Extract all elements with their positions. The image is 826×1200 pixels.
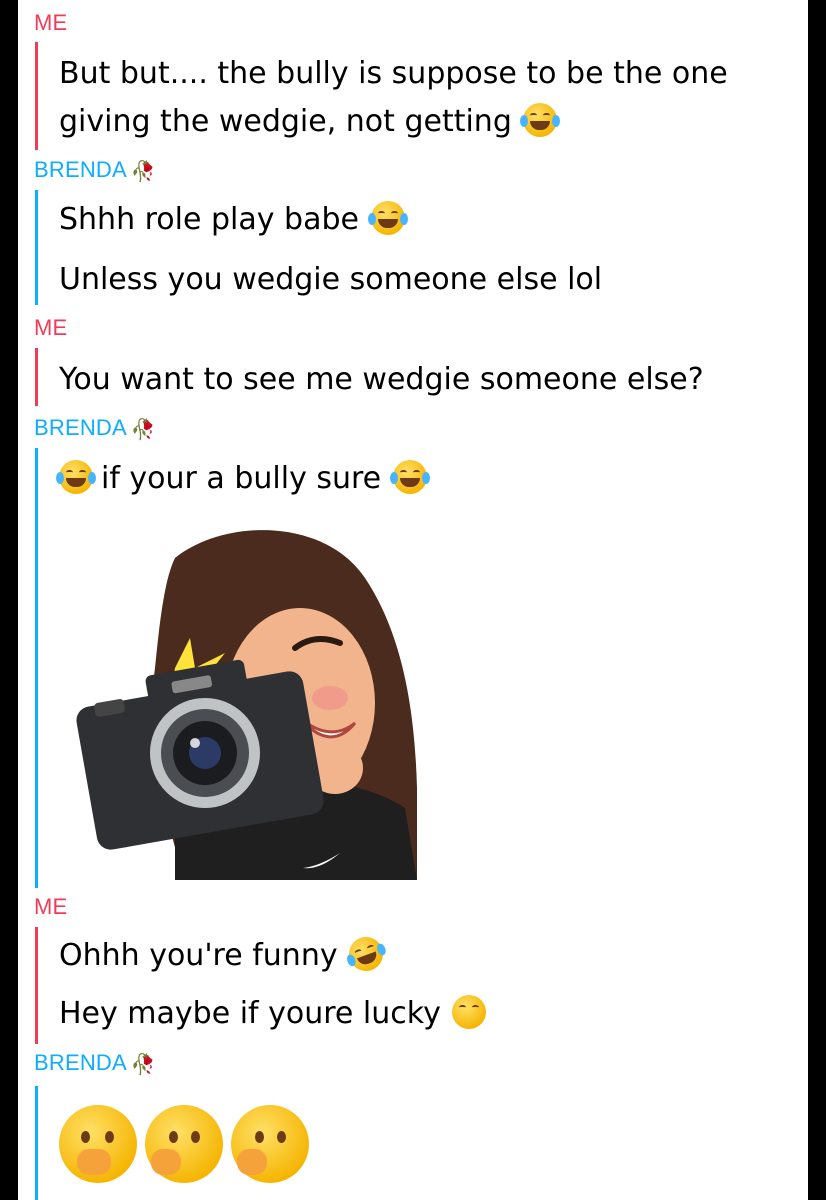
wilted-rose-icon: 🥀 [130, 161, 156, 183]
chat-message[interactable]: Shhh role play babe [59, 196, 794, 244]
chat-message[interactable] [59, 1105, 312, 1187]
sender-name: BRENDA [34, 415, 127, 440]
thinking-face-icon [145, 1105, 224, 1183]
bitmoji-camera-sticker[interactable] [65, 518, 419, 880]
face-with-tears-of-joy-icon [367, 201, 408, 235]
smirking-face-icon [452, 995, 487, 1029]
chat-message[interactable]: But but.... the bully is suppose to be t… [59, 50, 794, 146]
message-text: Ohhh you're funny [59, 938, 338, 973]
loudly-crying-face-icon [520, 103, 561, 137]
message-bar-me [35, 348, 38, 406]
chat-message[interactable]: Unless you wedgie someone else lol [59, 256, 794, 304]
chat-message[interactable]: if your a bully sure [56, 455, 794, 503]
message-text: Unless you wedgie someone else lol [59, 262, 603, 297]
sender-name: ME [34, 10, 68, 35]
sender-label-me: ME [34, 315, 67, 341]
sender-label-brenda: BRENDA 🥀 [34, 415, 156, 442]
sender-label-me: ME [34, 10, 67, 36]
message-bar-brenda [35, 190, 38, 305]
rolling-on-the-floor-laughing-icon [344, 932, 388, 976]
message-bar-me [35, 42, 38, 150]
face-with-tears-of-joy-icon [56, 460, 96, 494]
chat-screen: ME But but.... the bully is suppose to b… [18, 0, 808, 1200]
message-text: You want to see me wedgie someone else? [59, 362, 704, 397]
face-with-tears-of-joy-icon [389, 460, 430, 494]
message-text: Hey maybe if youre lucky [59, 996, 441, 1031]
message-text: Shhh role play babe [59, 202, 359, 237]
chat-message[interactable]: Hey maybe if youre lucky [59, 990, 794, 1038]
sender-name: BRENDA [34, 157, 127, 182]
message-bar-brenda [35, 1086, 38, 1200]
sender-label-brenda: BRENDA 🥀 [34, 1050, 156, 1077]
sender-name: ME [34, 315, 68, 340]
wilted-rose-icon: 🥀 [130, 1054, 156, 1076]
chat-message[interactable]: You want to see me wedgie someone else? [59, 356, 794, 404]
wilted-rose-icon: 🥀 [130, 419, 156, 441]
sender-label-me: ME [34, 894, 67, 920]
sender-name: BRENDA [34, 1050, 127, 1075]
sender-label-brenda: BRENDA 🥀 [34, 157, 156, 184]
chat-message[interactable]: Ohhh you're funny [59, 932, 794, 980]
message-bar-brenda [35, 448, 38, 888]
message-text: But but.... the bully is suppose to be t… [59, 56, 728, 139]
face-with-hand-over-mouth-icon [59, 1105, 137, 1183]
sender-name: ME [34, 894, 68, 919]
message-bar-me [35, 927, 38, 1044]
thinking-face-icon [231, 1105, 310, 1183]
message-text: if your a bully sure [101, 461, 382, 496]
